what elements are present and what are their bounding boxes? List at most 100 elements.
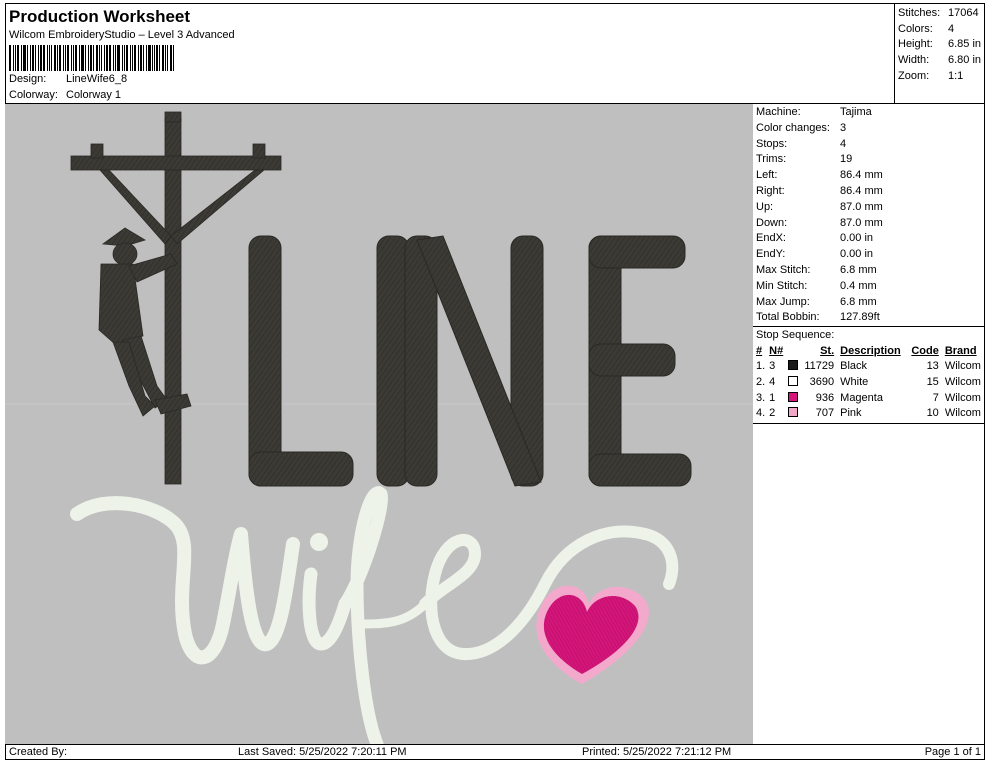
colorway-value: Colorway 1 bbox=[66, 89, 122, 101]
barcode-bar bbox=[88, 45, 90, 71]
barcode-bar bbox=[137, 45, 139, 71]
setting-value: 6.8 mm bbox=[840, 295, 877, 308]
stat-label: Height: bbox=[898, 38, 933, 51]
setting-label: Down: bbox=[756, 216, 788, 229]
stat-colors: Colors: 4 bbox=[898, 22, 981, 38]
barcode-bar bbox=[112, 45, 114, 71]
stat-value: 17064 bbox=[948, 7, 979, 19]
machine-setting-row: Machine: Tajima bbox=[756, 105, 981, 121]
barcode-bar bbox=[34, 45, 36, 71]
stat-value: 1:1 bbox=[948, 69, 964, 82]
cell-num: 1. bbox=[756, 360, 766, 373]
cell-code: 13 bbox=[926, 360, 939, 373]
stop-sequence-table: # N# St. Description Code Brand 1. 3 11729… bbox=[753, 343, 984, 421]
setting-label: Max Jump: bbox=[756, 295, 810, 308]
machine-setting-row: Stops: 4 bbox=[756, 137, 981, 153]
setting-value: 86.4 mm bbox=[840, 184, 883, 197]
col-code: Code bbox=[911, 344, 939, 357]
col-num: # bbox=[756, 344, 763, 357]
barcode-bar bbox=[31, 45, 34, 71]
cell-brand: Wilcom bbox=[944, 391, 981, 404]
stat-label: Width: bbox=[898, 54, 930, 67]
printed-date: Printed: 5/25/2022 7:21:12 PM bbox=[582, 746, 732, 758]
table-row: 3. 1 936 Magenta 7 Wilcom bbox=[753, 390, 984, 406]
machine-setting-row: Trims: 19 bbox=[756, 152, 981, 168]
barcode-bar bbox=[12, 45, 14, 71]
barcode-bar bbox=[133, 45, 136, 71]
setting-label: Machine: bbox=[756, 106, 801, 118]
cell-code: 7 bbox=[932, 391, 939, 404]
barcode-bar bbox=[173, 45, 175, 71]
color-swatch bbox=[787, 375, 798, 386]
barcode-bar bbox=[63, 45, 65, 71]
table-header-row: # N# St. Description Code Brand bbox=[753, 343, 984, 358]
barcode-bar bbox=[90, 45, 93, 71]
barcode-bar bbox=[48, 45, 50, 71]
machine-setting-row: Min Stitch: 0.4 mm bbox=[756, 279, 981, 295]
color-swatch-cell bbox=[785, 390, 799, 406]
barcode-bar bbox=[67, 45, 70, 71]
barcode-bar bbox=[114, 45, 116, 71]
setting-label: Color changes: bbox=[756, 121, 830, 134]
barcode-bar bbox=[159, 45, 161, 71]
barcode-bar bbox=[123, 45, 125, 71]
machine-setting-row: EndX: 0.00 in bbox=[756, 231, 981, 247]
setting-label: Stops: bbox=[756, 137, 788, 150]
page-number: Page 1 of 1 bbox=[924, 746, 981, 758]
cell-description: White bbox=[840, 375, 869, 388]
stop-sequence-section: Stop Sequence: # N# St. Description Code… bbox=[753, 327, 984, 425]
setting-value: 0.00 in bbox=[840, 248, 874, 261]
barcode-bar bbox=[108, 45, 111, 71]
barcode-bar bbox=[71, 45, 73, 71]
setting-value: 6.8 mm bbox=[840, 263, 877, 276]
stat-value: 6.85 in bbox=[948, 38, 982, 51]
barcode-bar bbox=[147, 45, 151, 71]
setting-label: Min Stitch: bbox=[756, 279, 808, 292]
machine-setting-row: Down: 87.0 mm bbox=[756, 216, 981, 232]
cell-code: 10 bbox=[926, 407, 939, 420]
stat-stitches: Stitches: 17064 bbox=[898, 6, 981, 22]
barcode-bar bbox=[125, 45, 128, 71]
cell-num: 4. bbox=[756, 407, 766, 420]
color-swatch bbox=[787, 391, 798, 402]
barcode-bar bbox=[79, 45, 81, 71]
machine-settings: Machine: Tajima Color changes: 3 Stops: 4 Trim… bbox=[753, 104, 984, 328]
cell-needle: 3 bbox=[769, 360, 776, 373]
setting-value: 87.0 mm bbox=[840, 200, 883, 213]
setting-value: 0.00 in bbox=[840, 232, 874, 245]
barcode-bar bbox=[65, 45, 67, 71]
cell-brand: Wilcom bbox=[944, 375, 981, 388]
software-name: Wilcom EmbroideryStudio – Level 3 Advanc… bbox=[9, 29, 235, 41]
barcode-bar bbox=[59, 45, 62, 71]
colorway-row: Colorway: Colorway 1 bbox=[9, 89, 121, 101]
cell-stitches: 936 bbox=[815, 391, 835, 404]
setting-label: Left: bbox=[756, 169, 778, 182]
machine-setting-row: Left: 86.4 mm bbox=[756, 168, 981, 184]
barcode-bar bbox=[139, 45, 142, 71]
stat-label: Zoom: bbox=[898, 69, 930, 82]
design-value: LineWife6_8 bbox=[66, 73, 128, 85]
design-stats: Stitches: 17064 Colors: 4 Height: 6.85 in W… bbox=[894, 3, 985, 104]
barcode-bar bbox=[29, 45, 31, 71]
worksheet-footer: Created By: Last Saved: 5/25/2022 7:20:1… bbox=[5, 744, 985, 760]
stat-label: Colors: bbox=[898, 22, 933, 35]
barcode-bar bbox=[9, 45, 11, 71]
cell-needle: 1 bbox=[769, 391, 776, 404]
color-swatch bbox=[787, 360, 798, 371]
last-saved: Last Saved: 5/25/2022 7:20:11 PM bbox=[238, 746, 407, 758]
barcode-bar bbox=[145, 45, 147, 71]
setting-value: 86.4 mm bbox=[840, 169, 883, 182]
cell-description: Pink bbox=[840, 407, 862, 420]
color-swatch bbox=[787, 407, 798, 418]
word-line-letters bbox=[248, 235, 692, 487]
design-preview bbox=[5, 104, 753, 744]
barcode-bar bbox=[20, 45, 22, 71]
color-swatch-cell bbox=[785, 374, 799, 390]
barcode-bar bbox=[75, 45, 78, 71]
cell-description: Black bbox=[840, 360, 868, 373]
setting-label: Up: bbox=[756, 200, 774, 213]
table-row: 1. 3 11729 Black 13 Wilcom bbox=[753, 358, 984, 374]
barcode-bar bbox=[37, 45, 39, 71]
cell-num: 3. bbox=[756, 391, 766, 404]
design-label: Design: bbox=[9, 73, 47, 85]
